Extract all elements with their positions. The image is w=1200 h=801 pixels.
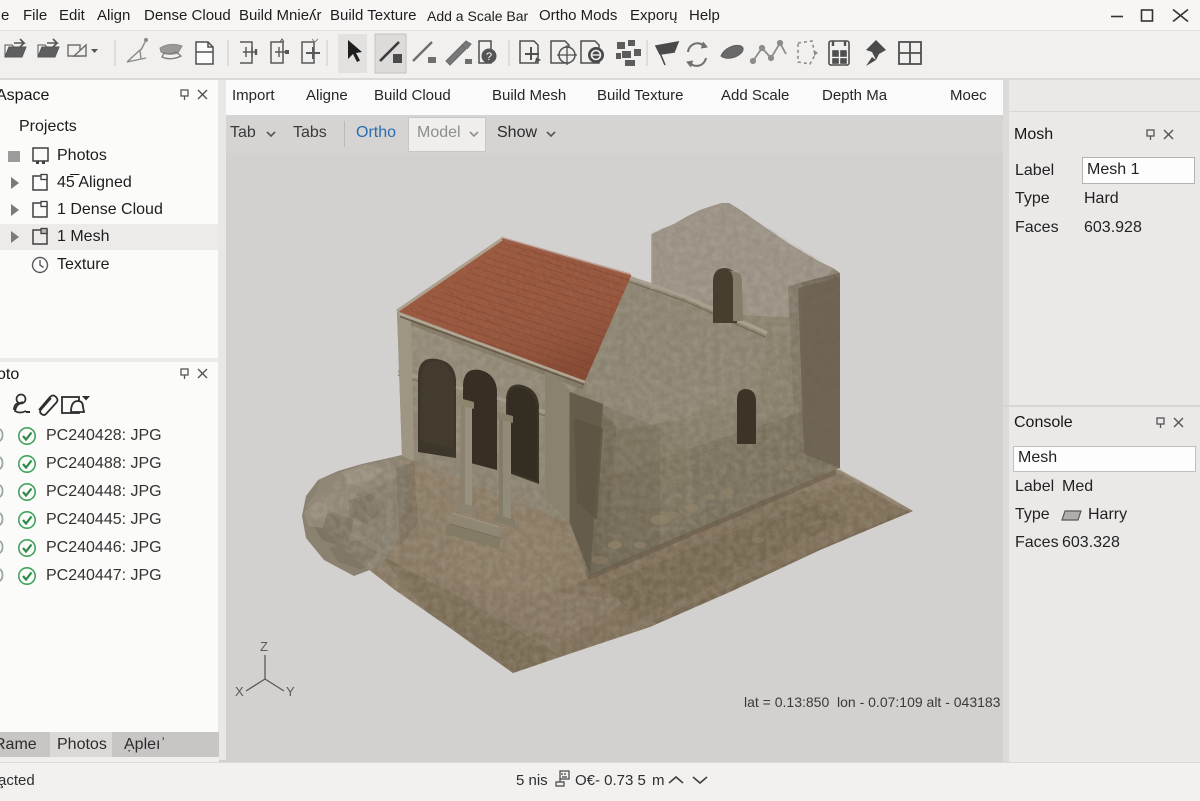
svg-text:X: X [235, 684, 244, 699]
svg-text:Y: Y [286, 684, 295, 699]
svg-text:Z: Z [260, 639, 268, 654]
svg-text:lat = 0.13:850 lon - 0.07:109: lat = 0.13:850 lon - 0.07:109 alt - 0431… [744, 694, 1001, 710]
svg-text:?: ? [486, 51, 492, 63]
